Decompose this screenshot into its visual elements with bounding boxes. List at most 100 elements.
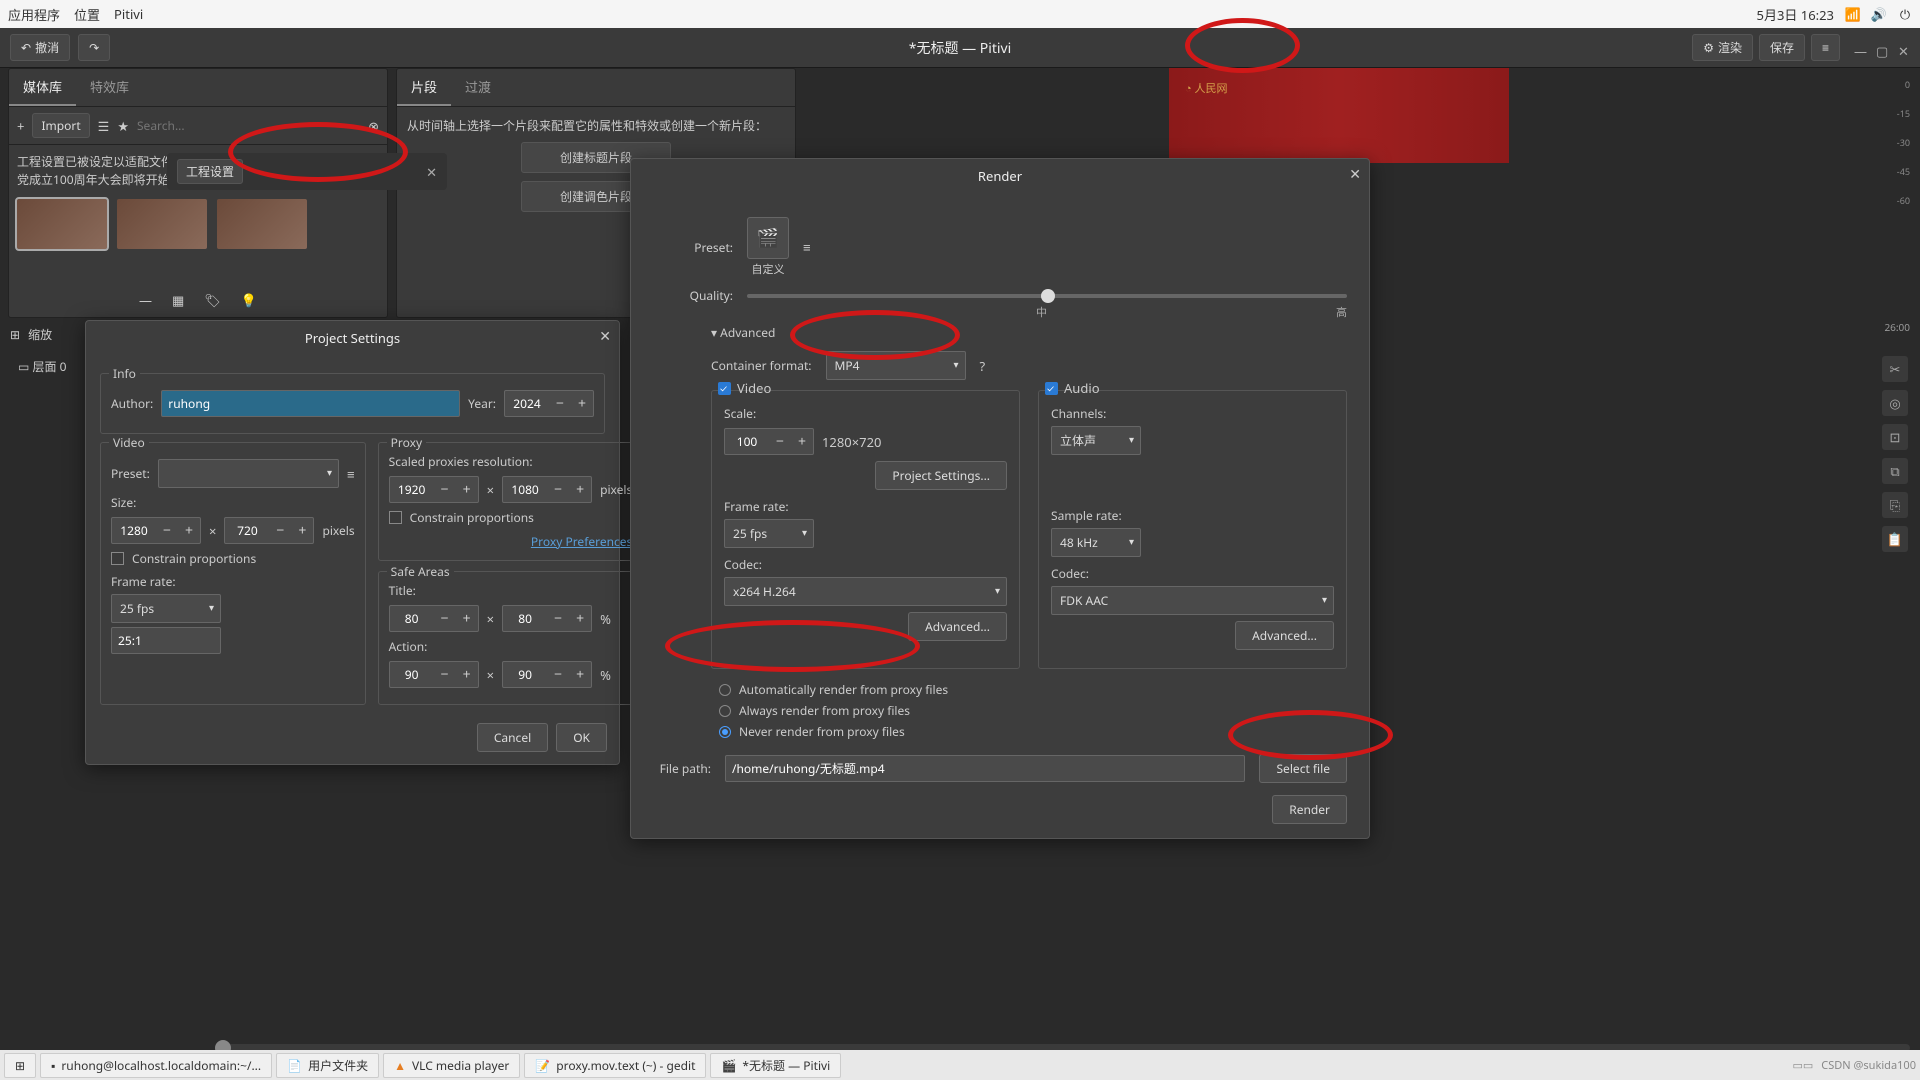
search-input[interactable] — [137, 117, 360, 134]
workspace-switcher[interactable]: ▭▭ — [1792, 1058, 1813, 1073]
advanced-toggle[interactable]: ▾ Advanced — [711, 324, 1347, 341]
width-spinner[interactable]: −+ — [111, 517, 201, 544]
action2-spinner[interactable]: −+ — [502, 661, 592, 688]
framerate-select[interactable]: 25 fps — [724, 519, 814, 548]
copy-tool-icon[interactable]: ⎘ — [1882, 492, 1908, 518]
media-thumb[interactable] — [217, 199, 307, 249]
show-desktop-button[interactable]: ⊞ — [4, 1053, 36, 1078]
ph-spinner[interactable]: −+ — [502, 476, 592, 503]
proxy-auto-radio[interactable] — [719, 684, 731, 696]
project-settings-button[interactable]: 工程设置 — [177, 159, 243, 184]
preset-menu-icon[interactable]: ≡ — [803, 238, 811, 256]
maximize-icon[interactable]: ▢ — [1876, 42, 1888, 54]
title1-spinner[interactable]: −+ — [389, 605, 479, 632]
menu-appname[interactable]: Pitivi — [114, 5, 143, 23]
tab-transition[interactable]: 过渡 — [451, 69, 505, 106]
volume-icon[interactable]: 🔊 — [1872, 7, 1886, 21]
tag-icon[interactable]: 🏷 — [204, 291, 221, 309]
meter-label: -15 — [1882, 107, 1910, 120]
preset-select[interactable] — [158, 459, 339, 488]
ok-button[interactable]: OK — [556, 723, 607, 752]
add-icon[interactable]: + — [17, 117, 24, 135]
close-msg-icon[interactable]: ✕ — [426, 163, 437, 181]
proxy-never-radio[interactable] — [719, 726, 731, 738]
scaled-label: Scaled proxies resolution: — [389, 453, 633, 470]
align-tool-icon[interactable]: ◎ — [1882, 390, 1908, 416]
menu-button[interactable]: ≡ — [1811, 34, 1840, 61]
media-thumb[interactable] — [117, 199, 207, 249]
task-item[interactable]: 📄用户文件夹 — [276, 1053, 379, 1078]
constrain-checkbox-2[interactable] — [389, 511, 402, 524]
menu-location[interactable]: 位置 — [74, 5, 100, 24]
dialog-title: Render — [978, 167, 1022, 185]
acodec-select[interactable]: FDK AAC — [1051, 586, 1334, 615]
filepath-input[interactable] — [725, 755, 1245, 782]
tab-clip[interactable]: 片段 — [397, 69, 451, 106]
scale-spinner[interactable]: −+ — [724, 428, 814, 455]
audio-label: Audio — [1064, 379, 1100, 397]
group-tool-icon[interactable]: ⊡ — [1882, 424, 1908, 450]
grid-icon[interactable]: ▦ — [172, 291, 184, 309]
preset-custom-button[interactable]: 🎬 — [747, 217, 789, 259]
height-spinner[interactable]: −+ — [224, 517, 314, 544]
layer-icon[interactable]: ▭ — [18, 358, 29, 375]
title2-spinner[interactable]: −+ — [502, 605, 592, 632]
help-icon[interactable]: ? — [980, 357, 986, 375]
cancel-button[interactable]: Cancel — [477, 723, 548, 752]
list-view-icon[interactable]: ☰ — [98, 117, 110, 135]
action1-spinner[interactable]: −+ — [389, 661, 479, 688]
cut-tool-icon[interactable]: ✂ — [1882, 356, 1908, 382]
vcodec-select[interactable]: x264 H.264 — [724, 577, 1007, 606]
tab-effects[interactable]: 特效库 — [76, 69, 143, 106]
container-select[interactable]: MP4 — [826, 351, 966, 380]
proxy-always-label: Always render from proxy files — [739, 702, 910, 719]
framerate-label: Frame rate: — [724, 498, 1007, 515]
project-settings-button[interactable]: Project Settings... — [875, 461, 1007, 490]
tab-media[interactable]: 媒体库 — [9, 69, 76, 106]
ungroup-tool-icon[interactable]: ⧉ — [1882, 458, 1908, 484]
advanced-button[interactable]: Advanced... — [1235, 621, 1334, 650]
redo-button[interactable]: ↷ — [78, 34, 110, 61]
advanced-button[interactable]: Advanced... — [908, 612, 1007, 641]
framerate-select[interactable]: 25 fps — [111, 594, 221, 623]
proxy-always-radio[interactable] — [719, 705, 731, 717]
ratio-input[interactable] — [111, 627, 221, 654]
close-button[interactable]: ✕ — [1349, 165, 1361, 184]
video-checkbox[interactable] — [718, 382, 731, 395]
minus-icon[interactable]: — — [139, 291, 152, 309]
task-item[interactable]: ▪ruhong@localhost.localdomain:~/... — [40, 1053, 272, 1078]
import-button[interactable]: Import — [32, 113, 89, 138]
constrain-checkbox[interactable] — [111, 552, 124, 565]
paste-tool-icon[interactable]: 📋 — [1882, 526, 1908, 552]
proxy-preferences-link[interactable]: Proxy Preferences — [531, 533, 632, 550]
render-submit-button[interactable]: Render — [1272, 795, 1347, 824]
task-item[interactable]: 🎬*无标题 — Pitivi — [710, 1053, 841, 1078]
media-thumb[interactable] — [17, 199, 107, 249]
minimize-icon[interactable]: — — [1854, 42, 1866, 54]
channels-select[interactable]: 立体声 — [1051, 426, 1141, 455]
wifi-icon[interactable]: 📶 — [1846, 7, 1860, 21]
quality-slider[interactable]: 中高 — [747, 294, 1347, 298]
menu-apps[interactable]: 应用程序 — [8, 5, 60, 24]
sample-select[interactable]: 48 kHz — [1051, 528, 1141, 557]
task-item[interactable]: ▲VLC media player — [383, 1053, 520, 1078]
task-item[interactable]: 📝proxy.mov.text (~) - gedit — [524, 1053, 706, 1078]
menu-icon[interactable]: ≡ — [347, 465, 355, 483]
undo-button[interactable]: ↶ 撤消 — [10, 34, 70, 61]
bulb-icon[interactable]: 💡 — [241, 291, 257, 309]
save-button[interactable]: 保存 — [1759, 34, 1805, 61]
year-spinner[interactable]: −+ — [504, 390, 594, 417]
expand-icon[interactable]: ⊞ — [10, 326, 20, 343]
close-button[interactable]: ✕ — [599, 327, 611, 346]
close-icon[interactable]: ✕ — [1898, 42, 1910, 54]
video-settings: Video Scale: −+ 1280×720 Project Setting… — [711, 390, 1020, 669]
author-input[interactable] — [161, 390, 460, 417]
clear-search-icon[interactable]: ⊗ — [368, 117, 379, 135]
render-button[interactable]: ⚙ 渲染 — [1692, 34, 1753, 61]
pw-spinner[interactable]: −+ — [389, 476, 479, 503]
star-icon[interactable]: ★ — [117, 117, 129, 135]
power-icon[interactable]: ⏻ — [1898, 7, 1912, 21]
select-file-button[interactable]: Select file — [1259, 754, 1347, 783]
audio-checkbox[interactable] — [1045, 382, 1058, 395]
proxy-label: Proxy — [387, 434, 426, 451]
